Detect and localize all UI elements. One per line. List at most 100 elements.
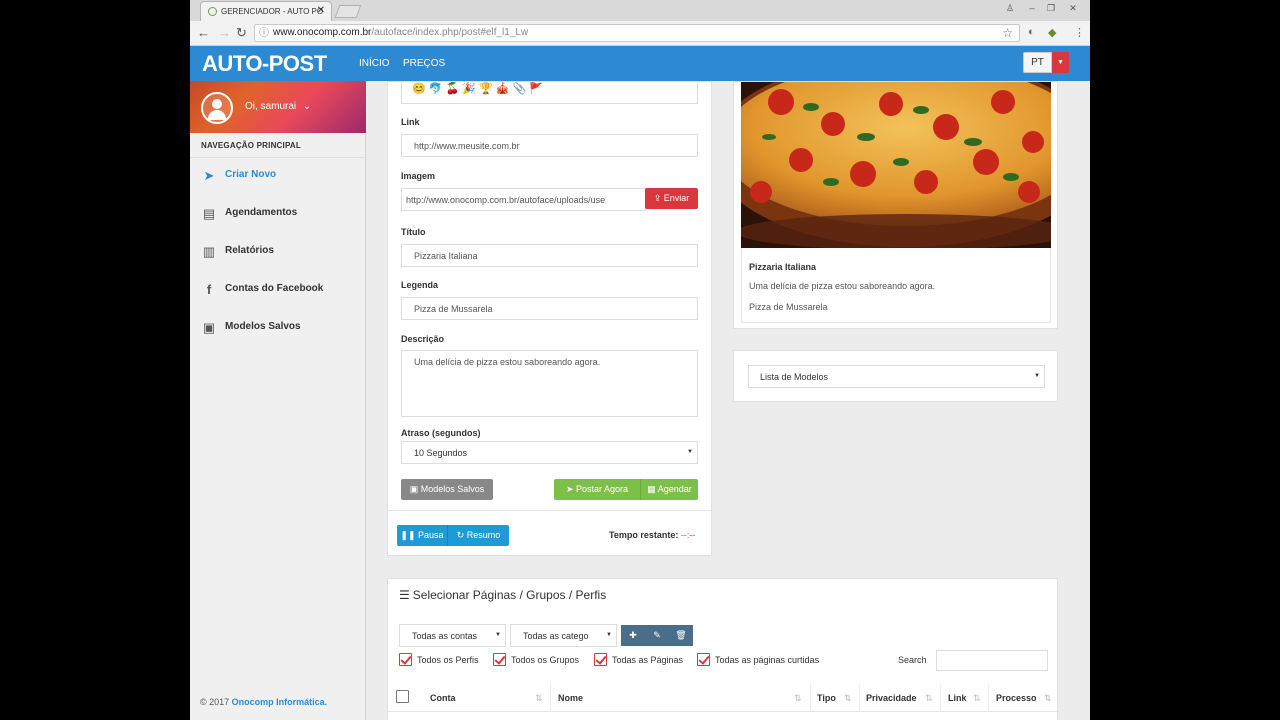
menu-kebab-icon[interactable]: ⋮ bbox=[1074, 26, 1085, 39]
edit-button[interactable]: ✎ bbox=[645, 625, 669, 646]
preview-image bbox=[741, 82, 1051, 248]
sidebar-item-criar-novo[interactable]: ➤ Criar Novo bbox=[190, 160, 366, 192]
send-icon: ➤ bbox=[203, 168, 215, 183]
column-divider bbox=[810, 684, 811, 712]
column-divider bbox=[940, 684, 941, 712]
preview-title: Pizzaria Italiana bbox=[749, 262, 817, 272]
sort-icon[interactable]: ⇅ bbox=[1044, 693, 1052, 704]
checkbox-checked[interactable] bbox=[594, 653, 607, 666]
caption-input[interactable]: Pizza de Mussarela bbox=[401, 297, 698, 320]
preview-description: Uma delícia de pizza estou saboreando ag… bbox=[749, 281, 936, 291]
avatar[interactable] bbox=[201, 92, 233, 124]
upload-button[interactable]: ⇪ Enviar bbox=[645, 188, 698, 209]
preview-card: Pizzaria Italiana Uma delícia de pizza e… bbox=[741, 248, 1051, 323]
delete-button[interactable]: 🗑 bbox=[669, 625, 693, 646]
saved-models-button[interactable]: ▣ Modelos Salvos bbox=[401, 479, 493, 500]
emoji-picker[interactable]: 😊 🐬 🍒 🎉 🏆 🎪 📎 🚩 bbox=[401, 82, 698, 104]
sort-icon[interactable]: ⇅ bbox=[794, 693, 802, 704]
address-bar[interactable]: ⓘ www.onocomp.com.br/autoface/index.php/… bbox=[254, 24, 1020, 42]
page-info-icon[interactable]: ⓘ bbox=[259, 26, 269, 42]
checkbox-checked[interactable] bbox=[697, 653, 710, 666]
sort-icon[interactable]: ⇅ bbox=[973, 693, 981, 704]
accounts-filter-select[interactable]: Todas as contas ▼ bbox=[399, 624, 506, 647]
search-label: Search bbox=[898, 655, 927, 665]
language-selector[interactable]: PT ▼ bbox=[1023, 52, 1069, 73]
nav-link-inicio[interactable]: INÍCIO bbox=[359, 58, 390, 69]
delay-select[interactable]: 10 Segundos ▼ bbox=[401, 441, 698, 464]
extension-icon[interactable]: ◐ bbox=[1028, 26, 1035, 38]
column-processo[interactable]: Processo bbox=[996, 693, 1037, 703]
models-select[interactable]: Lista de Modelos ▼ bbox=[748, 365, 1045, 388]
user-panel: Oi, samurai ⌄ bbox=[190, 81, 366, 133]
profile-icon[interactable]: ♙ bbox=[1002, 2, 1018, 14]
avatar-head-shape bbox=[212, 99, 222, 109]
add-button[interactable]: ✚ bbox=[621, 625, 645, 646]
sort-icon[interactable]: ⇅ bbox=[535, 693, 543, 704]
upload-icon: ⇪ bbox=[653, 193, 662, 203]
preview-caption: Pizza de Mussarela bbox=[749, 302, 828, 312]
checkbox-checked[interactable] bbox=[399, 653, 412, 666]
nav-link-precos[interactable]: PREÇOS bbox=[403, 58, 445, 69]
app-navbar: AUTO-POST INÍCIO PREÇOS PT ▼ bbox=[190, 46, 1090, 81]
user-greeting[interactable]: Oi, samurai ⌄ bbox=[245, 101, 311, 112]
sort-icon[interactable]: ⇅ bbox=[844, 693, 852, 704]
calendar-icon: ▦ bbox=[647, 484, 656, 494]
browser-window: GERENCIADOR - AUTO PO ✕ ♙ ‒ ❐ ✕ ← → ↻ ⓘ … bbox=[190, 0, 1090, 720]
upload-button-label: Enviar bbox=[663, 193, 690, 203]
delay-value: 10 Segundos bbox=[414, 448, 468, 458]
title-input[interactable]: Pizzaria Italiana bbox=[401, 244, 698, 267]
post-now-button[interactable]: ➤ Postar Agora bbox=[554, 479, 640, 500]
sidebar-item-label: Contas do Facebook bbox=[225, 283, 324, 294]
category-filter-select[interactable]: Todas as catego ▼ bbox=[510, 624, 617, 647]
close-tab-icon[interactable]: ✕ bbox=[317, 5, 325, 16]
checkbox-checked[interactable] bbox=[493, 653, 506, 666]
sidebar-item-relatorios[interactable]: ▥ Relatórios bbox=[190, 236, 366, 268]
models-select-value: Lista de Modelos bbox=[760, 372, 829, 382]
column-link[interactable]: Link bbox=[948, 693, 967, 703]
schedule-label: Agendar bbox=[657, 484, 692, 494]
sidebar-item-contas-facebook[interactable]: f Contas do Facebook bbox=[190, 274, 366, 306]
description-value: Uma delícia de pizza estou saboreando ag… bbox=[414, 357, 601, 367]
image-url-input[interactable]: http://www.onocomp.com.br/autoface/uploa… bbox=[401, 188, 646, 211]
search-input[interactable] bbox=[936, 650, 1048, 671]
reload-icon[interactable]: ↻ bbox=[236, 25, 247, 41]
bookmark-star-icon[interactable]: ☆ bbox=[1002, 25, 1013, 41]
resume-button[interactable]: ↻ Resumo bbox=[447, 525, 509, 546]
company-link[interactable]: Onocomp Informática. bbox=[232, 697, 328, 707]
schedule-button[interactable]: ▦ Agendar bbox=[640, 479, 698, 500]
browser-tab[interactable]: GERENCIADOR - AUTO PO ✕ bbox=[200, 1, 332, 21]
column-conta[interactable]: Conta bbox=[430, 693, 456, 703]
facebook-icon: f bbox=[206, 282, 212, 297]
forward-icon[interactable]: → bbox=[218, 25, 231, 41]
link-input[interactable]: http://www.meusite.com.br bbox=[401, 134, 698, 157]
divider bbox=[388, 510, 711, 511]
maximize-icon[interactable]: ❐ bbox=[1043, 2, 1059, 14]
models-panel: Lista de Modelos ▼ bbox=[733, 350, 1058, 402]
column-tipo[interactable]: Tipo bbox=[817, 693, 836, 703]
column-nome[interactable]: Nome bbox=[558, 693, 583, 703]
back-icon[interactable]: ← bbox=[197, 25, 210, 41]
pause-button[interactable]: ❚❚ Pausa bbox=[397, 525, 447, 546]
caret-down-icon: ▼ bbox=[495, 632, 501, 638]
minimize-icon[interactable]: ‒ bbox=[1024, 2, 1040, 14]
list-icon: ☰ bbox=[399, 588, 410, 602]
caret-down-icon[interactable]: ▼ bbox=[1052, 52, 1069, 73]
title-label: Título bbox=[401, 227, 426, 237]
sort-icon[interactable]: ⇅ bbox=[925, 693, 933, 704]
select-all-checkbox[interactable] bbox=[396, 690, 409, 703]
browser-toolbar: ← → ↻ ⓘ www.onocomp.com.br/autoface/inde… bbox=[190, 21, 1090, 46]
close-window-icon[interactable]: ✕ bbox=[1065, 2, 1081, 14]
new-tab-button[interactable] bbox=[334, 5, 362, 18]
description-textarea[interactable]: Uma delícia de pizza estou saboreando ag… bbox=[401, 350, 698, 417]
column-divider bbox=[859, 684, 860, 712]
column-privacidade[interactable]: Privacidade bbox=[866, 693, 917, 703]
extension-shield-icon[interactable]: ◆ bbox=[1048, 26, 1056, 39]
sidebar-item-modelos-salvos[interactable]: ▣ Modelos Salvos bbox=[190, 312, 366, 344]
sidebar-item-agendamentos[interactable]: ▤ Agendamentos bbox=[190, 198, 366, 230]
language-button[interactable]: PT bbox=[1023, 52, 1052, 73]
brand-logo[interactable]: AUTO-POST bbox=[202, 51, 327, 77]
category-filter-value: Todas as catego bbox=[523, 631, 589, 641]
caret-down-icon: ▼ bbox=[1034, 373, 1040, 379]
refresh-icon: ↻ bbox=[456, 530, 465, 540]
checkbox-label: Todas as Páginas bbox=[612, 655, 684, 665]
